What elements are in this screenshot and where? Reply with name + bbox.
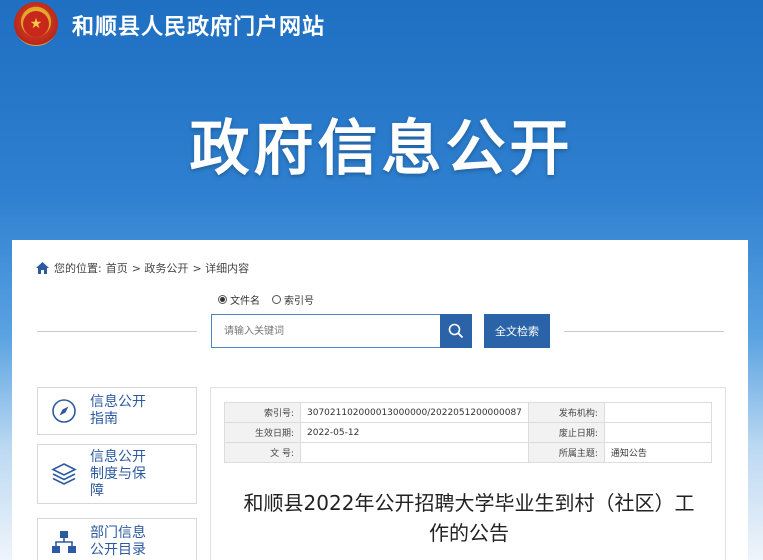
- sidebar-item-system-label: 信息公开 制度与保障: [90, 448, 146, 499]
- banner-title: 政府信息公开: [189, 114, 574, 184]
- radio-filename[interactable]: [218, 295, 227, 304]
- home-icon: [36, 262, 50, 274]
- fulltext-search-button[interactable]: 全文检索: [484, 314, 550, 348]
- divider-right: [564, 331, 724, 332]
- meta-table: 索引号: 307021102000013000000/2022051200000…: [224, 402, 713, 463]
- search-type-group: 文件名 索引号: [218, 292, 326, 307]
- main-panel: 您的位置: 首页 > 政务公开 > 详细内容 文件名 索引号 全文检索 信息公开…: [12, 240, 748, 560]
- content-area: 索引号: 307021102000013000000/2022051200000…: [210, 387, 726, 560]
- article-title: 和顺县2022年公开招聘大学毕业生到村（社区）工作的公告: [243, 491, 695, 545]
- search-button[interactable]: [440, 314, 472, 348]
- meta-index-label: 索引号:: [224, 402, 301, 423]
- sidebar-item-guide-label: 信息公开 指南: [90, 394, 146, 427]
- sidebar-item-guide[interactable]: 信息公开 指南: [37, 387, 197, 435]
- compass-icon: [50, 397, 78, 425]
- meta-docno-value: [300, 442, 529, 463]
- breadcrumb-gov-affairs[interactable]: > 政务公开: [132, 260, 189, 276]
- org-chart-icon: [50, 528, 78, 556]
- table-row: 生效日期: 2022-05-12 废止日期:: [224, 422, 713, 443]
- search-type-filename-label: 文件名: [230, 296, 260, 307]
- breadcrumb-detail: > 详细内容: [192, 262, 250, 275]
- meta-topic-label: 所属主题:: [527, 442, 605, 463]
- sidebar-item-directory-label: 部门信息 公开目录: [90, 525, 146, 558]
- breadcrumb-prefix: 您的位置:: [54, 262, 102, 275]
- sidebar-item-system[interactable]: 信息公开 制度与保障: [37, 444, 197, 504]
- search-type-index-label: 索引号: [284, 296, 314, 307]
- sidebar-item-directory[interactable]: 部门信息 公开目录: [37, 518, 197, 560]
- meta-docno-label: 文 号:: [224, 442, 301, 463]
- site-title[interactable]: 和顺县人民政府门户网站: [72, 9, 325, 41]
- meta-expire-value: [603, 422, 713, 443]
- meta-expire-label: 废止日期:: [527, 422, 605, 443]
- national-emblem-icon: ★: [14, 2, 58, 46]
- breadcrumb: 您的位置: 首页 > 政务公开 > 详细内容: [36, 260, 253, 276]
- meta-publisher-label: 发布机构:: [527, 402, 605, 423]
- meta-topic-value: 通知公告: [603, 442, 713, 463]
- meta-effective-label: 生效日期:: [224, 422, 301, 443]
- meta-index-value: 307021102000013000000/2022051200000087: [300, 402, 529, 423]
- radio-index[interactable]: [272, 295, 281, 304]
- table-row: 索引号: 307021102000013000000/2022051200000…: [224, 402, 713, 423]
- meta-effective-value: 2022-05-12: [300, 422, 529, 443]
- emblem-star: ★: [23, 11, 49, 37]
- search-input[interactable]: [211, 314, 441, 348]
- top-bar: ★ 和顺县人民政府门户网站: [0, 0, 763, 48]
- search-icon: [448, 323, 464, 339]
- table-row: 文 号: 所属主题: 通知公告: [224, 442, 713, 463]
- breadcrumb-home[interactable]: 首页: [106, 260, 128, 276]
- search-type-filename[interactable]: 文件名: [218, 292, 260, 307]
- search-type-index[interactable]: 索引号: [272, 292, 314, 307]
- meta-publisher-value: [603, 402, 713, 423]
- layers-icon: [50, 460, 78, 488]
- divider-left: [37, 331, 197, 332]
